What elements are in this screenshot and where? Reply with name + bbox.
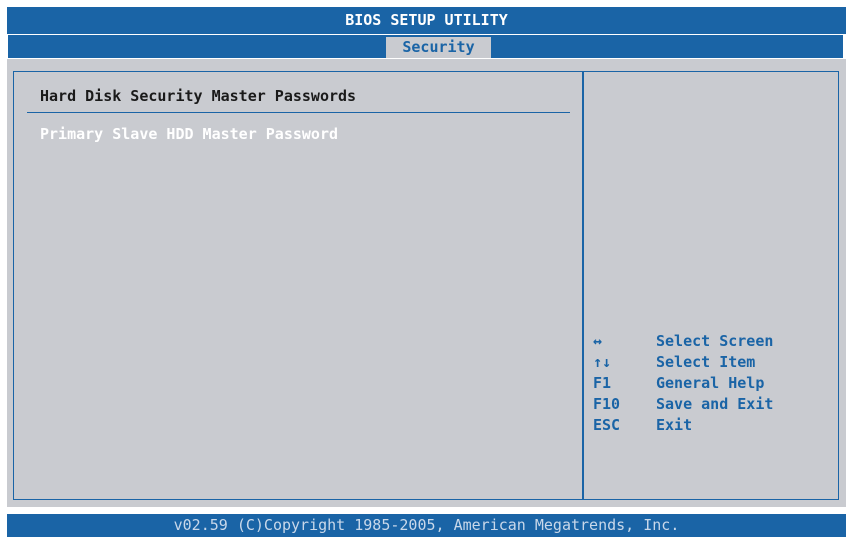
copyright-footer: v02.59 (C)Copyright 1985-2005, American … xyxy=(7,514,846,537)
help-key: F1 xyxy=(593,374,612,392)
help-action: Select Item xyxy=(656,353,756,371)
help-action: Exit xyxy=(656,416,693,434)
left-right-arrow-icon: ↔ xyxy=(593,332,603,350)
help-key: ESC xyxy=(593,416,621,434)
tab-security[interactable]: Security xyxy=(386,37,491,58)
help-key: F10 xyxy=(593,395,621,413)
menu-item-primary-slave-hdd-master-password[interactable]: Primary Slave HDD Master Password xyxy=(40,124,338,144)
help-row-save-and-exit: F10 Save and Exit xyxy=(593,394,823,415)
tab-bar: Security xyxy=(7,34,844,59)
help-row-select-screen: ↔ Select Screen xyxy=(593,331,823,352)
window-title: BIOS SETUP UTILITY xyxy=(7,7,846,34)
help-row-select-item: ↑↓ Select Item xyxy=(593,352,823,373)
help-row-exit: ESC Exit xyxy=(593,415,823,436)
heading-divider xyxy=(27,112,570,113)
up-down-arrow-icon: ↑↓ xyxy=(593,353,612,371)
bios-screen: BIOS SETUP UTILITY Security Hard Disk Se… xyxy=(0,0,853,537)
help-row-general-help: F1 General Help xyxy=(593,373,823,394)
section-heading: Hard Disk Security Master Passwords xyxy=(40,87,357,105)
help-action: Save and Exit xyxy=(656,395,774,413)
help-action: Select Screen xyxy=(656,332,774,350)
help-action: General Help xyxy=(656,374,765,392)
